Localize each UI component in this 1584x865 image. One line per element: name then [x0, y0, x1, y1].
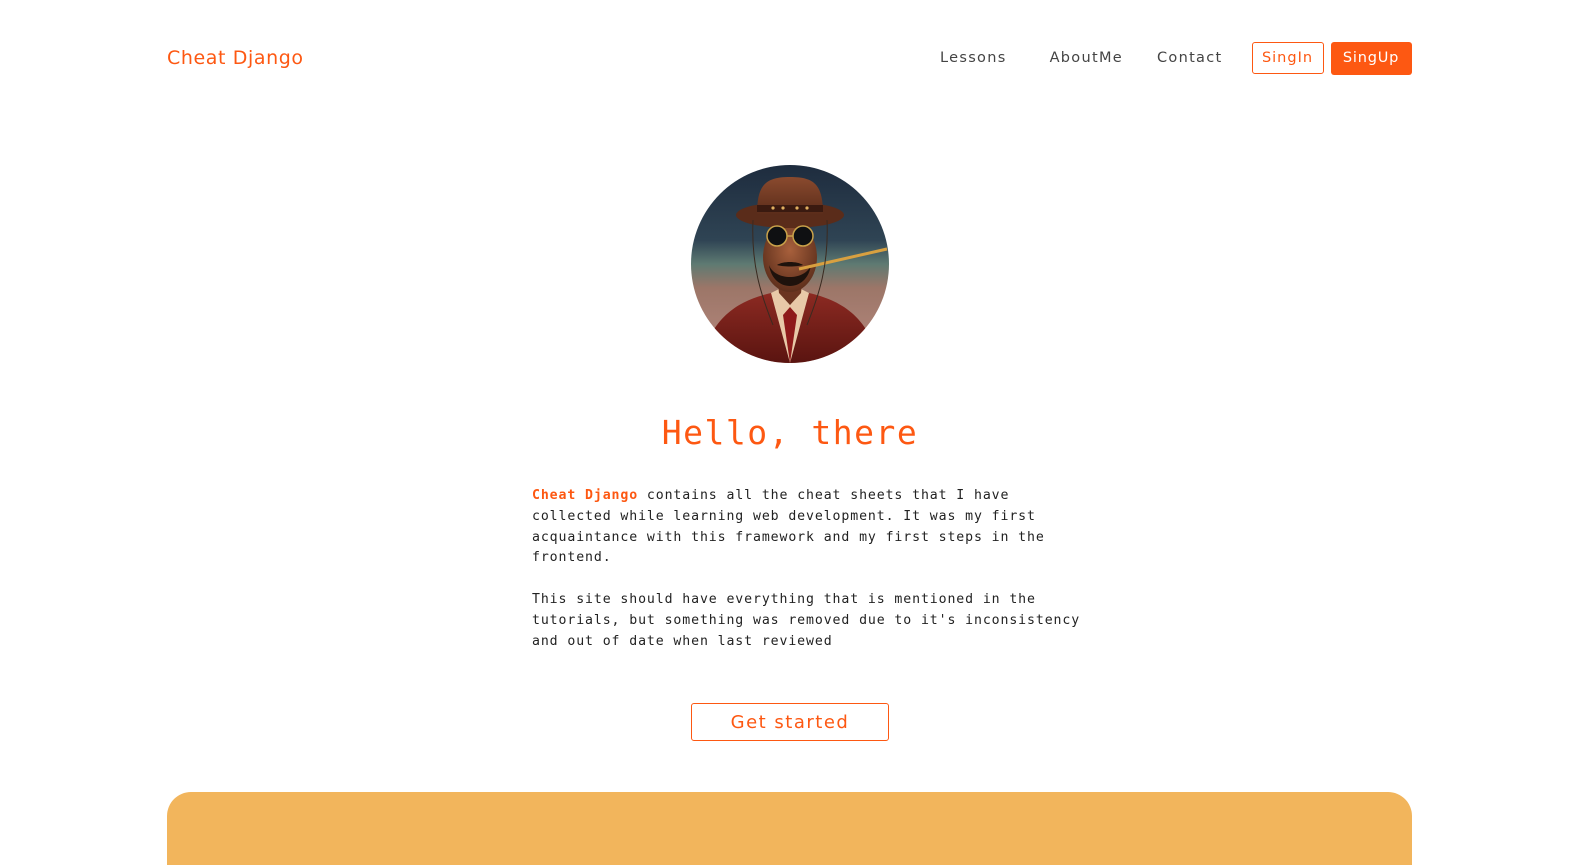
bottom-section-panel	[167, 792, 1412, 865]
signin-button[interactable]: SingIn	[1251, 42, 1324, 74]
brand-logo-link[interactable]: Cheat Django	[167, 45, 304, 71]
nav-lessons-link[interactable]: Lessons	[923, 41, 1024, 75]
avatar	[691, 165, 889, 363]
intro-brand-highlight: Cheat Django	[532, 488, 639, 503]
nav-contact-link[interactable]: Contact	[1140, 41, 1240, 75]
page: Cheat Django Lessons AboutMe Contact Sin…	[0, 0, 1584, 865]
signup-button[interactable]: SingUp	[1330, 41, 1412, 75]
hero-title: Hello, there	[661, 413, 919, 452]
nav-aboutme-link[interactable]: AboutMe	[1033, 41, 1140, 75]
intro-paragraph-2: This site should have everything that is…	[532, 591, 1081, 649]
main-nav: Lessons AboutMe Contact SingIn SingUp	[923, 41, 1412, 75]
django-portrait-icon	[691, 165, 889, 363]
intro-text: Cheat Django contains all the cheat shee…	[532, 486, 1092, 673]
get-started-button[interactable]: Get started	[691, 703, 889, 741]
intro-paragraph-1: Cheat Django contains all the cheat shee…	[532, 486, 1092, 569]
